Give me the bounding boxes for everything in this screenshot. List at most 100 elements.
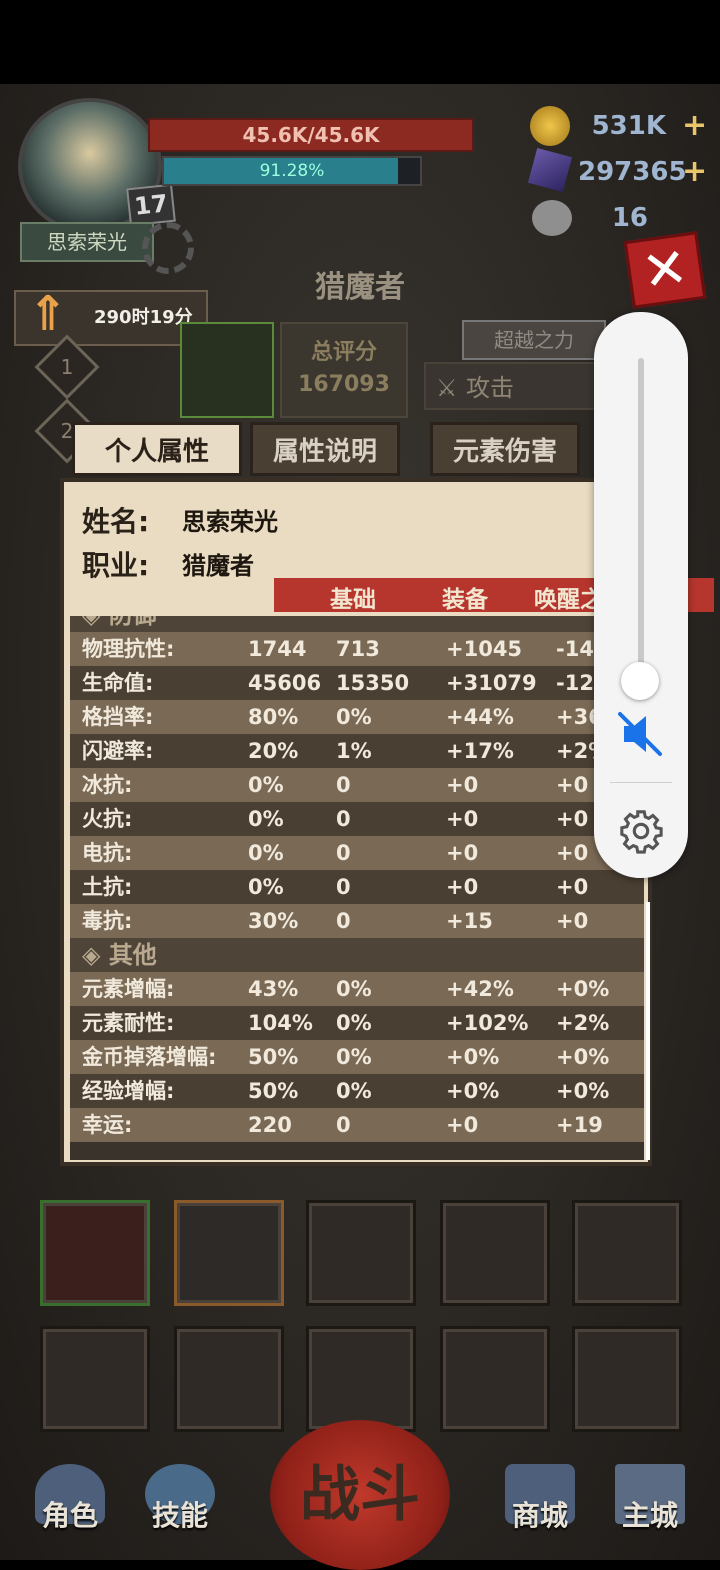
volume-slider-track[interactable] [638,358,644,682]
diamond-icon: ◈ [82,616,109,629]
xp-bar: 91.28% [162,156,422,186]
nav-role[interactable]: 角色 [20,1464,120,1556]
cell-base: 0 [336,875,351,899]
inventory-slot-7[interactable] [174,1326,284,1432]
cell-awaken: +0 [556,909,589,933]
cell-total: 0% [248,773,284,797]
table-row: 物理抗性: 1744 713 +1045 -14 [70,632,644,666]
timer-badge[interactable]: ⇑ 290时19分 [14,286,208,346]
battle-button[interactable]: 战斗 [270,1420,450,1570]
header-equip: 装备 [442,587,488,613]
table-row: 格挡率: 80% 0% +44% +36% [70,700,644,734]
close-icon[interactable]: ✕ [623,231,707,309]
cell-equip: +31079 [446,671,537,695]
cell-base: 0 [336,773,351,797]
add-gold-button[interactable]: + [682,108,707,143]
cell-label: 元素耐性: [82,1011,175,1035]
xp-bar-text: 91.28% [259,161,325,181]
table-row: 幸运: 220 0 +0 +19 [70,1108,644,1142]
inventory-slot-8[interactable] [306,1326,416,1432]
cell-base: 0 [336,909,351,933]
inventory-slot-1[interactable] [40,1200,150,1306]
gem-amount: 297365 [578,157,687,187]
inventory-slot-3[interactable] [306,1200,416,1306]
nav-shop[interactable]: 商城 [490,1464,590,1556]
table-row: 火抗: 0% 0 +0 +0 [70,802,644,836]
ram-amount: 16 [611,203,648,233]
cell-label: 元素增幅: [82,977,175,1001]
cell-base: 0 [336,841,351,865]
cell-label: 幸运: [82,1113,133,1137]
cell-base: 0 [336,1113,351,1137]
cell-equip: +0 [446,807,479,831]
cell-equip: +42% [446,977,514,1001]
cell-awaken: +0% [556,1079,610,1103]
score-value: 167093 [298,372,390,397]
beyond-power-button[interactable]: 超越之力 [462,320,606,360]
cell-base: 0% [336,1079,372,1103]
cell-equip: +0 [446,875,479,899]
cell-equip: +1045 [446,637,523,661]
table-scrollbar[interactable] [646,902,650,1160]
cell-label: 毒抗: [82,909,133,933]
cell-equip: +0 [446,1113,479,1137]
inventory-slot-9[interactable] [440,1326,550,1432]
tab-attribute-description[interactable]: 属性说明 [250,422,400,476]
nav-shop-label: 商城 [511,1499,568,1532]
inventory-slot-4[interactable] [440,1200,550,1306]
table-row: 金币掉落增幅: 50% 0% +0% +0% [70,1040,644,1074]
cell-awaken: +0% [556,977,610,1001]
section-title: 其他 [108,941,157,969]
volume-slider-knob[interactable] [621,662,659,700]
cell-label: 火抗: [82,807,133,831]
timer-text: 290时19分 [94,307,193,328]
player-level-badge: 17 [126,183,176,227]
cell-total: 43% [248,977,299,1001]
inventory-slot-2[interactable] [174,1200,284,1306]
cell-base: 0% [336,705,372,729]
ram-head-icon [532,200,572,236]
nav-city[interactable]: 主城 [600,1464,700,1556]
cell-label: 生命值: [82,671,154,695]
cell-total: 0% [248,841,284,865]
nav-skill-label: 技能 [151,1499,208,1532]
cell-label: 物理抗性: [82,637,175,661]
inventory-slot-5[interactable] [572,1200,682,1306]
table-row: 毒抗: 30% 0 +15 +0 [70,904,644,938]
tab-element-damage[interactable]: 元素伤害 [430,422,580,476]
cell-base: 0% [336,1011,372,1035]
attribute-table[interactable]: ◈ 防御物理抗性: 1744 713 +1045 -14 生命值: 45606 15350 +3… [70,616,644,1160]
equipped-flower-item[interactable] [180,322,274,418]
cell-equip: +0% [446,1079,500,1103]
cell-base: 0% [336,1045,372,1069]
gear-icon[interactable] [142,222,194,274]
cell-label: 经验增幅: [82,1079,175,1103]
inventory-slot-6[interactable] [40,1326,150,1432]
cell-total: 45606 [248,671,322,695]
cell-awaken: +0 [556,875,589,899]
table-row: 土抗: 0% 0 +0 +0 [70,870,644,904]
nav-city-label: 主城 [621,1499,678,1532]
volume-divider [610,782,672,783]
header-base: 基础 [330,587,376,613]
tab-personal-attributes[interactable]: 个人属性 [72,422,242,476]
cell-awaken: +0 [556,807,589,831]
settings-gear-icon[interactable] [618,808,664,854]
cell-awaken: +0% [556,1045,610,1069]
cell-label: 电抗: [82,841,133,865]
inventory-slot-10[interactable] [572,1326,682,1432]
add-gem-button[interactable]: + [682,154,707,189]
cell-total: 80% [248,705,299,729]
cell-equip: +17% [446,739,514,763]
cell-base: 713 [336,637,380,661]
cell-awaken: +0 [556,773,589,797]
section-header: ◈ 防御 [70,616,644,632]
cell-base: 15350 [336,671,410,695]
cell-equip: +0 [446,841,479,865]
gold-coin-icon [530,106,570,146]
cell-base: 0 [336,807,351,831]
rank-1-text: 1 [60,355,74,379]
nav-skill[interactable]: 技能 [130,1464,230,1556]
attack-label: 攻击 [466,374,514,402]
volume-mute-icon[interactable] [616,710,666,758]
